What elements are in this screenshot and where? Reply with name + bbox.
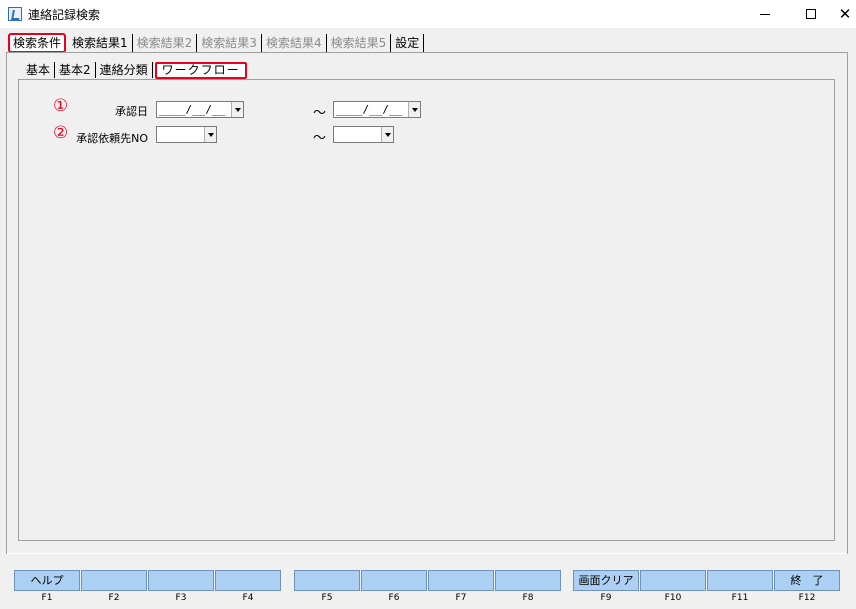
chevron-down-icon[interactable] <box>381 127 393 142</box>
chevron-down-icon[interactable] <box>408 102 420 117</box>
marker-1: ① <box>53 96 69 116</box>
f11-button[interactable] <box>707 570 773 591</box>
subtab-basic[interactable]: 基本 <box>22 62 56 78</box>
approval-date-label: 承認日 <box>115 105 148 118</box>
f12-exit-button[interactable]: 終 了 <box>774 570 840 591</box>
tab-search-conditions[interactable]: 検索条件 <box>8 33 67 53</box>
f5-key-label: F5 <box>321 593 333 603</box>
f1-help-button[interactable]: ヘルプ <box>14 570 80 591</box>
f6-key-label: F6 <box>388 593 400 603</box>
range-separator: ～ <box>313 131 327 146</box>
close-button[interactable]: ✕ <box>834 0 856 28</box>
approval-request-no-to-select[interactable] <box>333 126 394 143</box>
subtab-basic-2[interactable]: 基本2 <box>55 62 96 78</box>
subtab-workflow[interactable]: ワークフロー <box>154 61 247 79</box>
approval-date-to-value: ____/__/__ <box>336 103 403 116</box>
f8-button[interactable] <box>495 570 561 591</box>
f4-button[interactable] <box>215 570 281 591</box>
tab-search-results-3: 検索結果3 <box>197 34 262 52</box>
minimize-button[interactable] <box>742 0 788 28</box>
subtab-contact-category[interactable]: 連絡分類 <box>96 62 153 78</box>
approval-request-no-from-select[interactable] <box>156 126 217 143</box>
window-title: 連絡記録検索 <box>28 8 101 22</box>
range-separator: ～ <box>313 106 327 121</box>
approval-date-from-field[interactable]: ____/__/__ <box>156 101 244 118</box>
f7-button[interactable] <box>428 570 494 591</box>
f12-key-label: F12 <box>798 593 816 603</box>
f10-button[interactable] <box>640 570 706 591</box>
f6-button[interactable] <box>361 570 427 591</box>
f3-button[interactable] <box>148 570 214 591</box>
f2-key-label: F2 <box>108 593 120 603</box>
marker-2: ② <box>53 123 69 143</box>
tab-search-results-1[interactable]: 検索結果1 <box>68 34 133 52</box>
app-icon <box>8 7 22 21</box>
chevron-down-icon[interactable] <box>231 102 243 117</box>
chevron-down-icon[interactable] <box>204 127 216 142</box>
tab-settings[interactable]: 設定 <box>391 34 425 52</box>
f8-key-label: F8 <box>522 593 534 603</box>
f4-key-label: F4 <box>242 593 254 603</box>
f7-key-label: F7 <box>455 593 467 603</box>
tab-search-results-5: 検索結果5 <box>327 34 392 52</box>
minimize-icon <box>760 13 770 15</box>
f2-button[interactable] <box>81 570 147 591</box>
maximize-button[interactable] <box>788 0 834 28</box>
approval-request-no-label: 承認依頼先NO <box>76 132 148 145</box>
sub-tab-strip: 基本 基本2 連絡分類 ワークフロー <box>22 61 247 79</box>
f5-button[interactable] <box>294 570 360 591</box>
f3-key-label: F3 <box>175 593 187 603</box>
f1-key-label: F1 <box>41 593 53 603</box>
f10-key-label: F10 <box>664 593 682 603</box>
workflow-panel <box>18 79 835 541</box>
approval-date-from-value: ____/__/__ <box>159 103 226 116</box>
f9-key-label: F9 <box>600 593 612 603</box>
f11-key-label: F11 <box>731 593 749 603</box>
tab-search-results-4: 検索結果4 <box>262 34 327 52</box>
tab-search-results-2: 検索結果2 <box>133 34 198 52</box>
title-bar: 連絡記録検索 ✕ <box>0 0 856 28</box>
approval-date-to-field[interactable]: ____/__/__ <box>333 101 421 118</box>
f9-clear-screen-button[interactable]: 画面クリア <box>573 570 639 591</box>
main-tab-strip: 検索条件 検索結果1 検索結果2 検索結果3 検索結果4 検索結果5 設定 <box>8 33 425 53</box>
close-icon: ✕ <box>838 4 852 23</box>
maximize-icon <box>806 9 816 19</box>
